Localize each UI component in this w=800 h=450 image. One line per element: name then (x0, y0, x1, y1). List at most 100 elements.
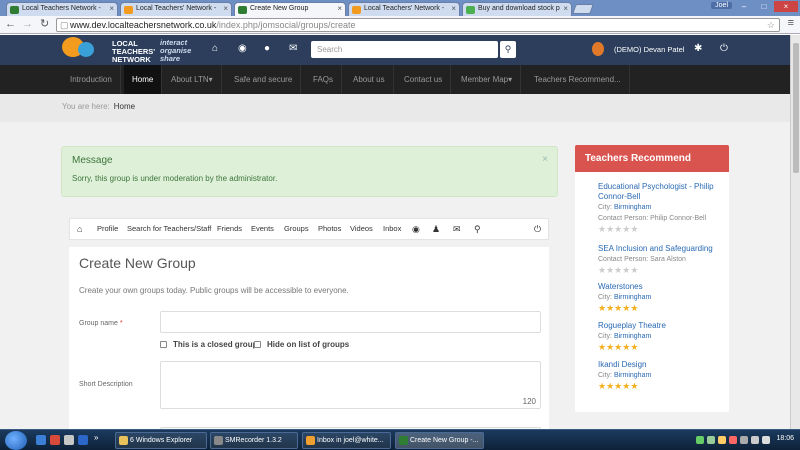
closed-group-label[interactable]: This is a closed group (173, 340, 257, 349)
taskbar-item[interactable]: 6 Windows Explorer (115, 432, 207, 449)
toolbar-profile[interactable]: Profile (97, 219, 118, 239)
user-name[interactable]: (DEMO) Devan Patel (614, 45, 684, 54)
search-icon[interactable]: ⚲ (474, 219, 481, 239)
group-name-input[interactable] (160, 311, 541, 333)
recommend-item-name[interactable]: Waterstones (598, 282, 728, 292)
close-window-icon[interactable]: × (774, 1, 798, 12)
nav-item-safe-and-secure[interactable]: Safe and secure (226, 65, 302, 94)
star-icon[interactable]: ★ (630, 342, 638, 352)
nav-item-about-ltn[interactable]: About LTN▾ (163, 65, 222, 94)
star-icon[interactable]: ★ (630, 303, 638, 313)
rating-stars[interactable]: ★★★★★ (598, 303, 728, 314)
tray-icon[interactable] (696, 436, 704, 444)
toolbar-inbox[interactable]: Inbox (383, 219, 401, 239)
recommend-item-name[interactable]: SEA Inclusion and Safeguarding (598, 244, 728, 254)
taskbar-item[interactable]: SMRecorder 1.3.2 (210, 432, 298, 449)
close-icon[interactable]: × (542, 154, 548, 165)
toolbar-groups[interactable]: Groups (284, 219, 309, 239)
wrench-menu-icon[interactable]: ≡ (788, 17, 794, 29)
outlook-icon[interactable] (50, 435, 60, 445)
gear-icon[interactable]: ✱ (694, 43, 702, 54)
hide-group-label[interactable]: Hide on list of groups (267, 340, 349, 349)
tab-close-icon[interactable]: × (563, 4, 568, 13)
network-icon[interactable] (751, 436, 759, 444)
star-icon[interactable]: ★ (598, 342, 606, 352)
star-icon[interactable]: ★ (606, 224, 614, 234)
maximize-icon[interactable]: □ (754, 1, 774, 12)
browser-tab[interactable]: Local Teachers' Network - × (348, 2, 460, 16)
globe-icon[interactable]: ◉ (412, 219, 420, 239)
browser-tab[interactable]: Local Teachers Network - × (6, 2, 118, 16)
recommend-item-name[interactable]: Rogueplay Theatre (598, 321, 728, 331)
nav-item-faqs[interactable]: FAQs (305, 65, 343, 94)
bookmark-star-icon[interactable]: ☆ (767, 19, 775, 31)
new-tab-button[interactable] (572, 4, 594, 14)
rating-stars[interactable]: ★★★★★ (598, 342, 728, 353)
tab-close-icon[interactable]: × (109, 4, 114, 13)
friend-request-icon[interactable]: ♟ (432, 219, 440, 239)
avatar[interactable] (592, 42, 604, 56)
star-icon[interactable]: ★ (606, 265, 614, 275)
recommend-item-name[interactable]: Ikandi Design (598, 360, 728, 370)
recommend-item-name[interactable]: Educational Psychologist - Philip Connor… (598, 182, 728, 202)
search-button[interactable]: ⚲ (500, 41, 516, 58)
toolbar-friends[interactable]: Friends (217, 219, 242, 239)
reload-icon[interactable]: ↻ (40, 18, 49, 31)
short-description-textarea[interactable]: 120 (160, 361, 541, 409)
mail-icon[interactable]: ✉ (289, 43, 297, 54)
browser-tab[interactable]: Buy and download stock p × (462, 2, 572, 16)
scrollbar-thumb[interactable] (793, 43, 799, 173)
star-icon[interactable]: ★ (598, 381, 606, 391)
volume-icon[interactable] (762, 436, 770, 444)
ie-icon[interactable] (36, 435, 46, 445)
star-icon[interactable]: ★ (598, 265, 606, 275)
minimize-icon[interactable]: – (734, 1, 754, 12)
tray-icon[interactable] (707, 436, 715, 444)
power-icon[interactable]: ⏻ (534, 219, 541, 239)
user-icon[interactable]: ● (264, 43, 270, 54)
tray-icon[interactable] (718, 436, 726, 444)
nav-item-about-us[interactable]: About us (345, 65, 394, 94)
tab-close-icon[interactable]: × (223, 4, 228, 13)
star-icon[interactable]: ★ (606, 342, 614, 352)
address-bar[interactable]: ▢ www.dev.localteachersnetwork.co.uk/ind… (56, 18, 780, 32)
star-icon[interactable]: ★ (630, 224, 638, 234)
tray-icon[interactable] (729, 436, 737, 444)
taskbar-item[interactable]: Inbox in joel@white... (302, 432, 391, 449)
power-icon[interactable]: ⏻ (720, 43, 728, 54)
home-icon[interactable]: ⌂ (212, 43, 218, 54)
tray-icon[interactable] (740, 436, 748, 444)
star-icon[interactable]: ★ (630, 381, 638, 391)
home-icon[interactable]: ⌂ (77, 219, 82, 239)
star-icon[interactable]: ★ (630, 265, 638, 275)
hide-group-checkbox[interactable] (254, 341, 261, 348)
nav-item-contact-us[interactable]: Contact us (396, 65, 452, 94)
clock[interactable]: 18:06 (776, 435, 794, 442)
forward-icon[interactable]: → (22, 18, 33, 31)
browser-tab[interactable]: Local Teachers' Network - × (120, 2, 232, 16)
rating-stars[interactable]: ★★★★★ (598, 224, 728, 235)
toolbar-videos[interactable]: Videos (350, 219, 373, 239)
star-icon[interactable]: ★ (606, 303, 614, 313)
app-icon[interactable] (78, 435, 88, 445)
nav-item-teachers-recommend[interactable]: Teachers Recommend... (526, 65, 630, 94)
browser-user-badge[interactable]: Joel (711, 2, 732, 9)
closed-group-checkbox[interactable] (160, 341, 167, 348)
back-icon[interactable]: ← (5, 18, 16, 31)
browser-tab-active[interactable]: Create New Group × (234, 2, 346, 17)
page-scrollbar[interactable] (790, 35, 800, 429)
rating-stars[interactable]: ★★★★★ (598, 265, 728, 276)
nav-item-member-map[interactable]: Member Map▾ (453, 65, 522, 94)
more-icon[interactable]: » (94, 433, 98, 442)
toolbar-photos[interactable]: Photos (318, 219, 341, 239)
taskbar-item-active[interactable]: Create New Group -... (395, 432, 484, 449)
rating-stars[interactable]: ★★★★★ (598, 381, 728, 392)
globe-icon[interactable]: ◉ (238, 43, 247, 54)
toolbar-events[interactable]: Events (251, 219, 274, 239)
tab-close-icon[interactable]: × (337, 4, 342, 13)
media-icon[interactable] (64, 435, 74, 445)
star-icon[interactable]: ★ (606, 381, 614, 391)
breadcrumb-current[interactable]: Home (114, 102, 135, 111)
nav-item-introduction[interactable]: Introduction (62, 65, 121, 94)
toolbar-search-teachers[interactable]: Search for Teachers/Staff (127, 219, 211, 239)
